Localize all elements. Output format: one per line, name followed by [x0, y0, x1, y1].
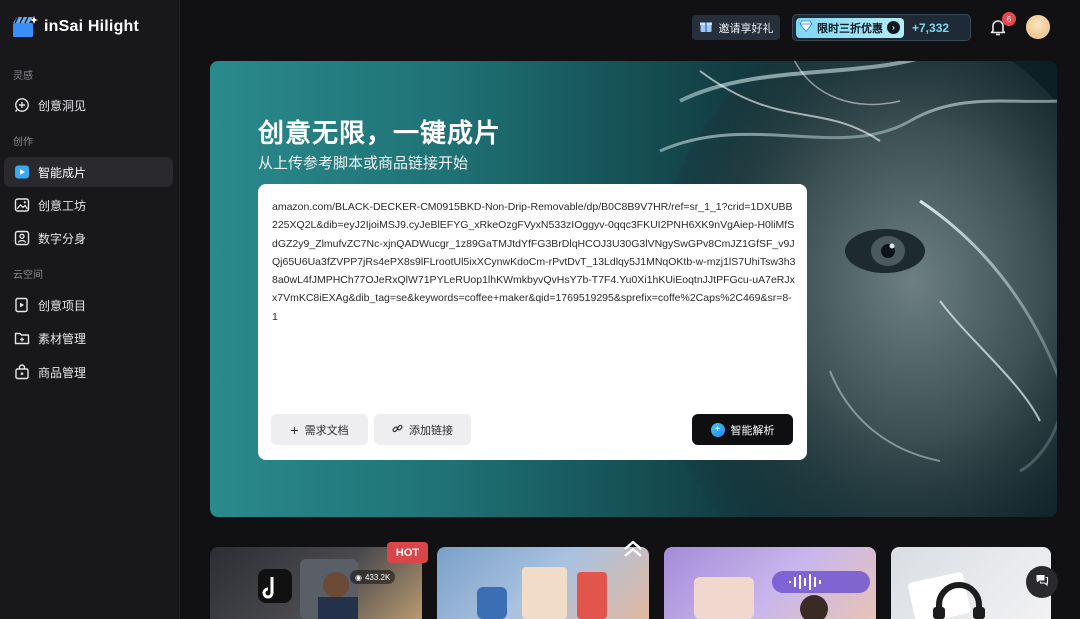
gallery-card[interactable] [437, 547, 649, 619]
card-thumbnail [477, 567, 607, 619]
project-icon [14, 297, 30, 313]
chat-icon [1035, 573, 1049, 592]
notification-badge: 6 [1002, 12, 1016, 26]
sidebar-item-creative-workshop[interactable]: 创意工坊 [4, 190, 173, 220]
lightbulb-icon [14, 97, 30, 113]
hero-title: 创意无限，一键成片 [258, 118, 502, 148]
sidebar-item-label: 素材管理 [38, 331, 87, 346]
image-icon [14, 197, 30, 213]
invite-button[interactable]: 邀请享好礼 [692, 15, 780, 40]
gallery-card[interactable] [664, 547, 876, 619]
section-label-create: 创作 [13, 137, 33, 148]
sparkle-icon: + [710, 422, 725, 437]
logo-clapper-icon [12, 14, 40, 40]
play-icon [14, 164, 30, 180]
sidebar-item-creative-insight[interactable]: 创意洞见 [4, 90, 173, 120]
sidebar-item-label: 创意洞见 [38, 98, 87, 113]
hero-banner: 创意无限，一键成片 从上传参考脚本或商品链接开始 amazon.com/BLAC… [210, 61, 1057, 517]
sidebar-item-label: 创意工坊 [38, 198, 87, 213]
input-card: amazon.com/BLACK-DECKER-CM0915BKD-Non-Dr… [258, 184, 807, 460]
eye-icon: ◉ [355, 572, 362, 582]
sidebar-item-smart-video[interactable]: 智能成片 [4, 157, 173, 187]
smart-analyze-button[interactable]: + 智能解析 [692, 414, 793, 445]
promo-banner[interactable]: 限时三折优惠 › +7,332 [792, 14, 971, 41]
diamond-icon [799, 19, 813, 36]
folder-plus-icon [14, 330, 30, 346]
requirement-doc-button[interactable]: + 需求文档 [271, 414, 368, 445]
link-icon [392, 423, 403, 437]
promo-pill: 限时三折优惠 › [796, 17, 904, 38]
chat-button[interactable] [1026, 566, 1058, 598]
sidebar-item-label: 数字分身 [38, 231, 87, 246]
sidebar-item-label: 智能成片 [38, 165, 87, 180]
sidebar-item-label: 创意项目 [38, 298, 87, 313]
view-count: ◉ 433.2K [350, 570, 396, 584]
view-count-value: 433.2K [364, 572, 391, 582]
promo-label: 限时三折优惠 [817, 22, 883, 35]
sidebar-item-digital-avatar[interactable]: 数字分身 [4, 223, 173, 253]
sidebar-item-label: 商品管理 [38, 365, 87, 380]
sidebar-item-creative-projects[interactable]: 创意项目 [4, 290, 173, 320]
app-name: inSai Hilight [44, 18, 140, 35]
person-card-icon [14, 230, 30, 246]
analyze-label: 智能解析 [730, 424, 775, 437]
chevron-up-icon[interactable] [621, 536, 645, 560]
sidebar: inSai Hilight 灵感 创意洞见 创作 智能成片 创意工坊 数字分身 … [0, 0, 180, 619]
section-label-inspiration: 灵感 [13, 71, 33, 82]
section-label-cloud: 云空间 [13, 270, 43, 281]
invite-label: 邀请享好礼 [718, 22, 774, 35]
logo[interactable]: inSai Hilight [12, 14, 139, 40]
plus-icon: + [290, 421, 299, 438]
link-input[interactable]: amazon.com/BLACK-DECKER-CM0915BKD-Non-Dr… [272, 198, 796, 326]
hot-badge: HOT [387, 542, 428, 563]
bag-icon [14, 364, 30, 380]
add-link-label: 添加链接 [409, 424, 453, 437]
card-thumbnail [694, 571, 870, 619]
sidebar-item-asset-management[interactable]: 素材管理 [4, 323, 173, 353]
hero-subtitle: 从上传参考脚本或商品链接开始 [258, 155, 469, 172]
promo-count: +7,332 [912, 20, 950, 35]
requirement-doc-label: 需求文档 [304, 424, 349, 437]
add-link-button[interactable]: 添加链接 [374, 414, 471, 445]
sidebar-item-product-management[interactable]: 商品管理 [4, 357, 173, 387]
gift-icon [699, 19, 713, 36]
avatar[interactable] [1026, 15, 1050, 39]
chevron-right-icon: › [887, 21, 900, 34]
